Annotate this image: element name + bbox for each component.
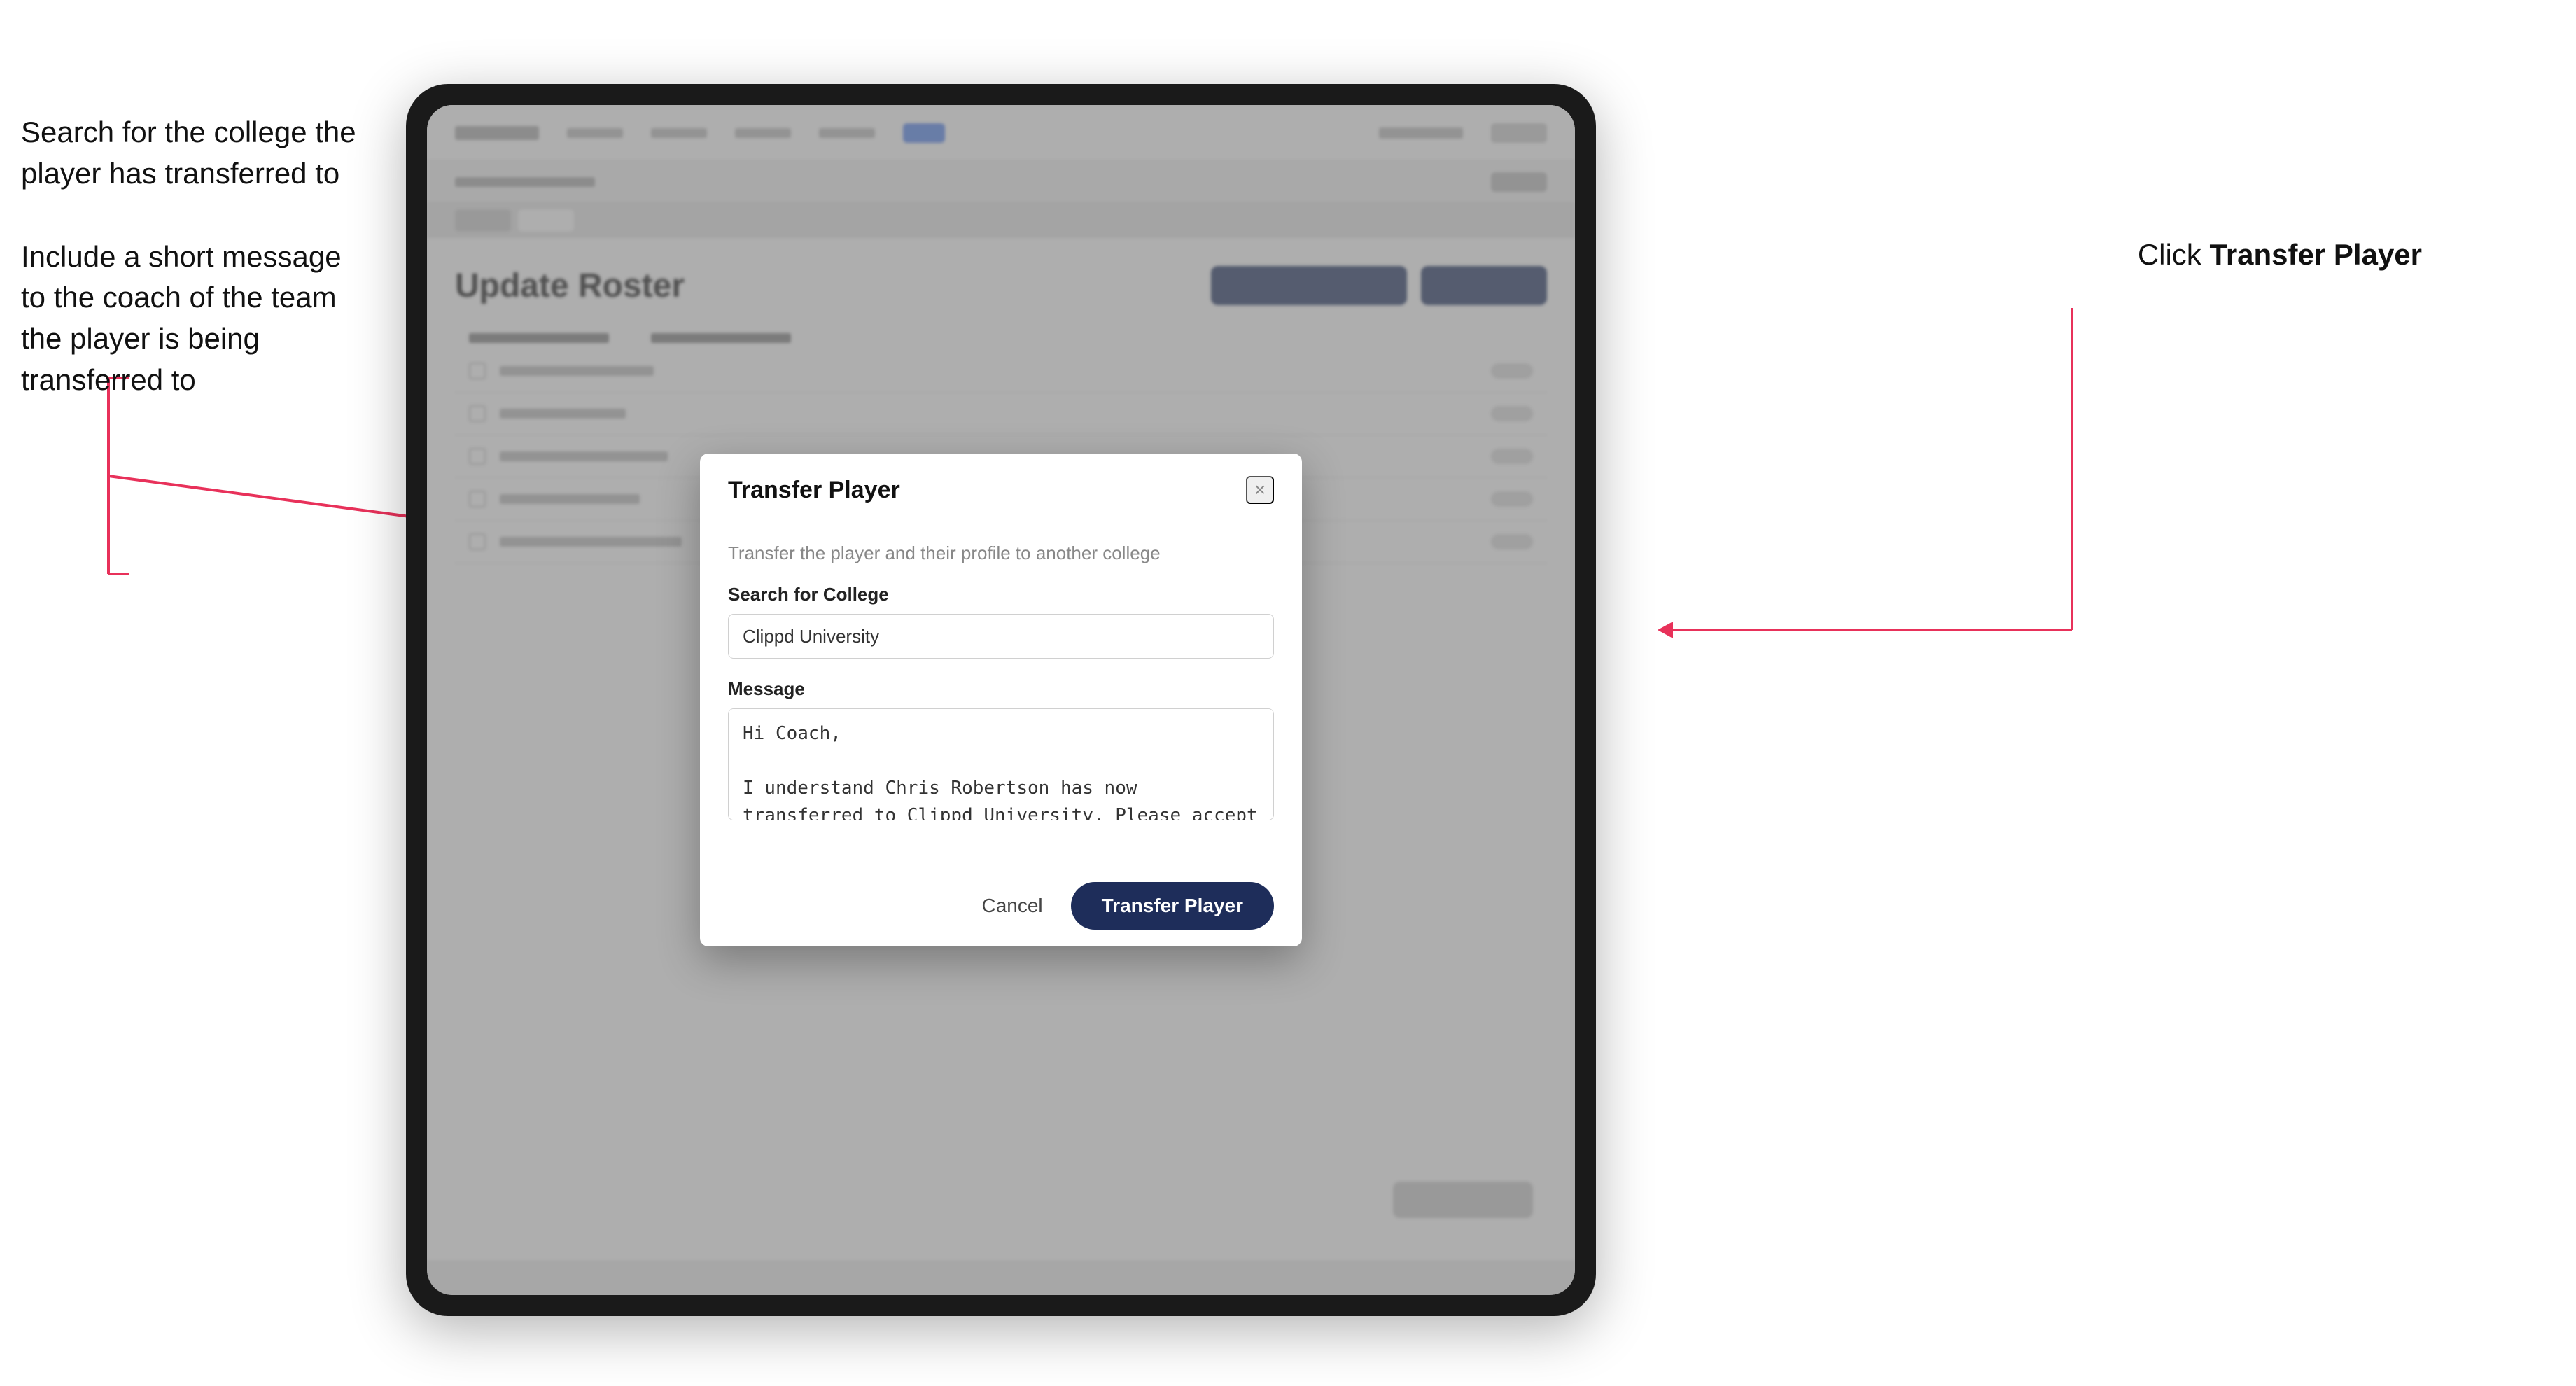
message-group: Message Hi Coach, I understand Chris Rob… — [728, 678, 1274, 824]
modal-body: Transfer the player and their profile to… — [700, 522, 1302, 864]
modal-description: Transfer the player and their profile to… — [728, 542, 1274, 564]
tablet-device: Update Roster — [406, 84, 1596, 1316]
annotation-search-text: Search for the college the player has tr… — [21, 112, 371, 195]
modal-header: Transfer Player × — [700, 454, 1302, 522]
annotation-right-text: Click Transfer Player — [2138, 238, 2422, 272]
annotation-message-text: Include a short message to the coach of … — [21, 237, 371, 401]
search-college-label: Search for College — [728, 584, 1274, 606]
search-college-input[interactable] — [728, 614, 1274, 659]
modal-overlay: Transfer Player × Transfer the player an… — [427, 105, 1575, 1295]
message-textarea[interactable]: Hi Coach, I understand Chris Robertson h… — [728, 708, 1274, 820]
transfer-player-modal[interactable]: Transfer Player × Transfer the player an… — [700, 454, 1302, 946]
search-college-group: Search for College — [728, 584, 1274, 659]
cancel-button[interactable]: Cancel — [967, 886, 1056, 925]
modal-title: Transfer Player — [728, 477, 900, 504]
transfer-player-button[interactable]: Transfer Player — [1071, 882, 1274, 930]
message-label: Message — [728, 678, 1274, 700]
tablet-screen: Update Roster — [427, 105, 1575, 1295]
modal-close-button[interactable]: × — [1246, 476, 1274, 504]
modal-footer: Cancel Transfer Player — [700, 864, 1302, 946]
